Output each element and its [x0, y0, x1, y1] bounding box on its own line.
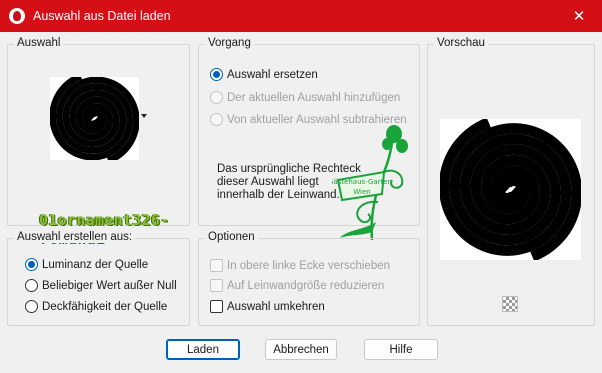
- radio-luminance[interactable]: Luminanz der Quelle: [25, 258, 148, 271]
- app-icon: [9, 8, 25, 24]
- radio-opacity-label: Deckfähigkeit der Quelle: [42, 300, 168, 313]
- spiral-preview-image: [438, 117, 583, 262]
- checkbox-invert-selection-label: Auswahl umkehren: [227, 300, 325, 313]
- radio-button-checked[interactable]: [25, 258, 38, 271]
- radio-any-nonzero-label: Beliebiger Wert außer Null: [42, 279, 177, 292]
- radio-replace-label: Auswahl ersetzen: [227, 68, 318, 81]
- help-button[interactable]: Hilfe: [364, 339, 438, 360]
- radio-add-label: Der aktuellen Auswahl hinzufügen: [227, 91, 401, 104]
- checkbox[interactable]: [210, 259, 223, 272]
- preview-group-title: Vorschau: [434, 37, 488, 49]
- selection-thumbnail[interactable]: [49, 73, 140, 164]
- radio-opacity[interactable]: Deckfähigkeit der Quelle: [25, 300, 167, 313]
- radio-button[interactable]: [25, 300, 38, 313]
- radio-button[interactable]: [25, 279, 38, 292]
- radio-replace-selection[interactable]: Auswahl ersetzen: [210, 68, 318, 81]
- window-title: Auswahl aus Datei laden: [33, 9, 171, 23]
- preview-image: [438, 117, 583, 263]
- checkerboard-icon[interactable]: [502, 296, 518, 312]
- chevron-down-icon[interactable]: [141, 114, 147, 118]
- spiral-thumbnail-image: [49, 73, 140, 164]
- checkbox-move-top-left-label: In obere linke Ecke verschieben: [227, 259, 391, 272]
- options-group-title: Optionen: [205, 231, 258, 243]
- plant-ornament-image: Gästehaus-Garten Wien: [332, 125, 408, 241]
- radio-any-nonzero[interactable]: Beliebiger Wert außer Null: [25, 279, 177, 292]
- checkbox-invert-selection[interactable]: Auswahl umkehren: [210, 300, 325, 313]
- checkbox[interactable]: [210, 279, 223, 292]
- close-icon: ✕: [572, 8, 586, 25]
- operation-group-title: Vorgang: [205, 37, 254, 49]
- radio-add-selection[interactable]: Der aktuellen Auswahl hinzufügen: [210, 91, 400, 104]
- selection-group: Auswahl 01ornament326-romana1: [7, 37, 190, 247]
- radio-button-checked[interactable]: [210, 68, 223, 81]
- checkbox-reduce-to-canvas-label: Auf Leinwandgröße reduzieren: [227, 279, 385, 292]
- title-bar: Auswahl aus Datei laden ✕: [0, 0, 602, 32]
- cancel-button[interactable]: Abbrechen: [265, 339, 337, 360]
- stamp-line-1: Gästehaus-Garten: [332, 178, 392, 186]
- checkbox[interactable]: [210, 300, 223, 313]
- radio-button[interactable]: [210, 113, 223, 126]
- radio-button[interactable]: [210, 91, 223, 104]
- load-button[interactable]: Laden: [166, 339, 240, 360]
- radio-luminance-label: Luminanz der Quelle: [42, 258, 149, 271]
- checkbox-reduce-to-canvas[interactable]: Auf Leinwandgröße reduzieren: [210, 279, 384, 292]
- checkbox-move-top-left[interactable]: In obere linke Ecke verschieben: [210, 259, 390, 272]
- dialog-body: Auswahl 01ornament326-romana1 Vorgang Au…: [0, 32, 602, 373]
- stamp-line-2: Wien: [353, 188, 370, 196]
- create-from-group-title: Auswahl erstellen aus:: [14, 231, 136, 243]
- close-button[interactable]: ✕: [556, 0, 602, 32]
- selection-group-title: Auswahl: [14, 37, 64, 49]
